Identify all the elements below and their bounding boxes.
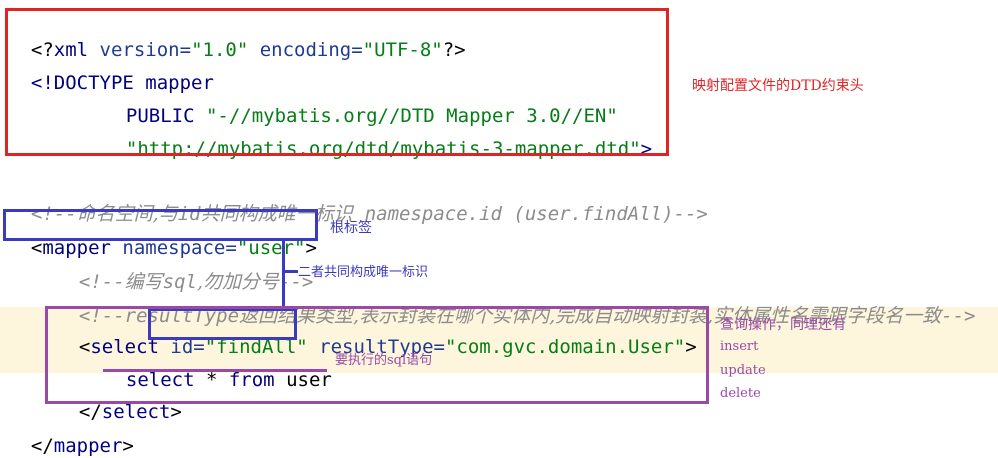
connector-line bbox=[282, 270, 298, 273]
sql-statement-note: 要执行的sql语句 bbox=[335, 353, 433, 368]
tag-close: > bbox=[122, 435, 134, 457]
mapper-close-tag: mapper bbox=[53, 435, 123, 457]
root-tag-note: 根标签 bbox=[330, 220, 372, 236]
code-line-12[interactable]: </mapper> bbox=[8, 410, 134, 458]
op-update: update bbox=[720, 363, 766, 378]
dtd-header-box bbox=[5, 8, 669, 156]
sql-underline bbox=[103, 369, 327, 372]
tag-open: </ bbox=[30, 435, 54, 457]
comment-tail: namespace.id (user.findAll)--> bbox=[364, 203, 708, 225]
dtd-header-note: 映射配置文件的DTD约束头 bbox=[692, 78, 864, 94]
op-delete: delete bbox=[720, 386, 761, 401]
namespace-connector-box bbox=[282, 239, 285, 309]
unique-id-note: 二者共同构成唯一标识 bbox=[298, 265, 429, 280]
query-op-note: 查询操作，同理还有 bbox=[720, 317, 846, 333]
tag-close: > bbox=[170, 401, 182, 423]
op-insert: insert bbox=[720, 339, 759, 354]
comment-close: --> bbox=[941, 305, 976, 327]
mapper-tag-box bbox=[3, 209, 318, 241]
